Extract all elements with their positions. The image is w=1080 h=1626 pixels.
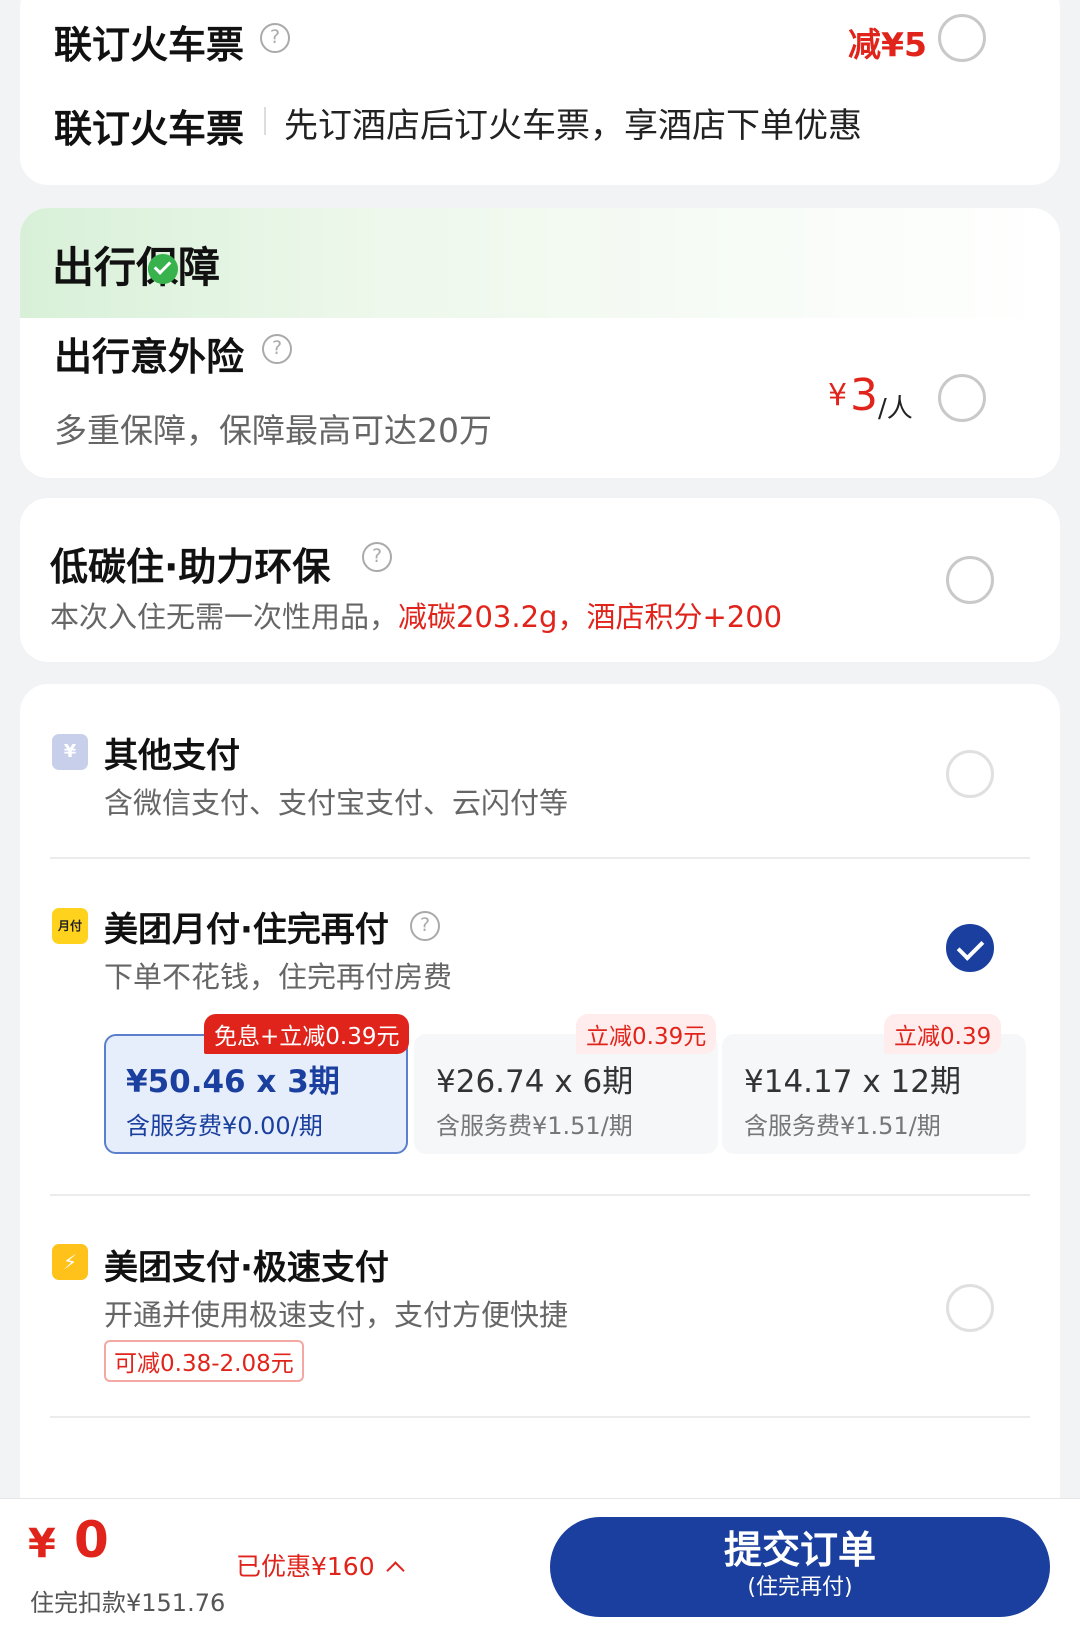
train-ticket-row-desc: 先订酒店后订火车票，享酒店下单优惠 — [284, 106, 862, 146]
monthly-pay-title: 美团月付·住完再付 — [104, 910, 389, 950]
chevron-up-icon — [385, 1561, 405, 1580]
order-page: 联订火车票 ? 减¥5 联订火车票 先订酒店后订火车票，享酒店下单优惠 出行保障… — [0, 0, 1080, 1626]
quick-pay-radio[interactable] — [946, 1284, 994, 1332]
submit-label: 提交订单 — [723, 1528, 876, 1572]
train-ticket-radio[interactable] — [938, 14, 986, 62]
other-pay-radio[interactable] — [946, 750, 994, 798]
saved-text: 已优惠¥160 — [236, 1552, 375, 1581]
insurance-price-value: 3 — [850, 370, 878, 421]
monthly-pay-desc: 下单不花钱，住完再付房费 — [104, 960, 453, 994]
eco-stay-card: 低碳住·助力环保 ? 本次入住无需一次性用品，减碳203.2g，酒店积分+200 — [20, 498, 1060, 662]
train-discount: 减¥5 — [848, 25, 927, 64]
train-ticket-card: 联订火车票 ? 减¥5 联订火车票 先订酒店后订火车票，享酒店下单优惠 — [20, 0, 1060, 185]
help-icon[interactable]: ? — [410, 911, 440, 941]
quick-pay-desc: 开通并使用极速支付，支付方便快捷 — [104, 1298, 569, 1332]
other-pay-desc: 含微信支付、支付宝支付、云闪付等 — [104, 786, 569, 820]
insurance-desc: 多重保障，保障最高可达20万 — [54, 411, 492, 450]
eco-desc: 本次入住无需一次性用品，减碳203.2g，酒店积分+200 — [50, 594, 782, 636]
payment-option-quick[interactable]: ⚡ 美团支付·极速支付 开通并使用极速支付，支付方便快捷 可减0.38-2.08… — [20, 1196, 1060, 1416]
monthly-pay-radio[interactable] — [946, 924, 994, 972]
quick-pay-badge: 可减0.38-2.08元 — [104, 1340, 304, 1382]
train-ticket-header: 联订火车票 — [54, 23, 245, 67]
divider — [50, 1416, 1030, 1418]
submit-order-button[interactable]: 提交订单 (住完再付) — [550, 1517, 1050, 1617]
deduction-text: 住完扣款¥151.76 — [30, 1589, 226, 1617]
divider — [264, 107, 266, 135]
monthly-pay-icon: 月付 — [52, 908, 88, 944]
insurance-radio[interactable] — [938, 374, 986, 422]
payment-option-monthly[interactable]: 月付 美团月付·住完再付 ? 下单不花钱，住完再付房费 — [20, 858, 1060, 1194]
total-symbol: ¥ — [28, 1521, 56, 1567]
yen-icon: ¥ — [52, 734, 88, 770]
shield-check-icon — [148, 254, 178, 284]
insurance-price-unit: /人 — [878, 394, 913, 424]
other-pay-title: 其他支付 — [104, 736, 240, 776]
quick-pay-title: 美团支付·极速支付 — [104, 1248, 389, 1288]
checkout-bar: ¥ 0 住完扣款¥151.76 已优惠¥160 提交订单 (住完再付) — [0, 1498, 1080, 1626]
travel-guarantee-card: 出行保障 出行意外险 ? 多重保障，保障最高可达20万 ¥ 3 /人 — [20, 208, 1060, 478]
train-ticket-row-label: 联订火车票 — [54, 107, 245, 151]
guarantee-section-title: 出行保障 — [52, 243, 221, 292]
help-icon[interactable]: ? — [260, 23, 290, 53]
insurance-price-symbol: ¥ — [828, 378, 848, 413]
submit-sublabel: (住完再付) — [747, 1575, 853, 1600]
help-icon[interactable]: ? — [362, 542, 392, 572]
help-icon[interactable]: ? — [262, 334, 292, 364]
eco-radio[interactable] — [946, 556, 994, 604]
lightning-icon: ⚡ — [52, 1244, 88, 1280]
eco-desc-highlight: 减碳203.2g，酒店积分+200 — [398, 600, 783, 634]
eco-title: 低碳住·助力环保 — [50, 545, 331, 589]
saved-amount[interactable]: 已优惠¥160 — [236, 1547, 405, 1583]
payment-option-other[interactable]: ¥ 其他支付 含微信支付、支付宝支付、云闪付等 — [20, 684, 1060, 856]
eco-desc-plain: 本次入住无需一次性用品， — [50, 600, 399, 634]
insurance-title: 出行意外险 — [54, 335, 245, 379]
total-value: 0 — [74, 1511, 109, 1569]
